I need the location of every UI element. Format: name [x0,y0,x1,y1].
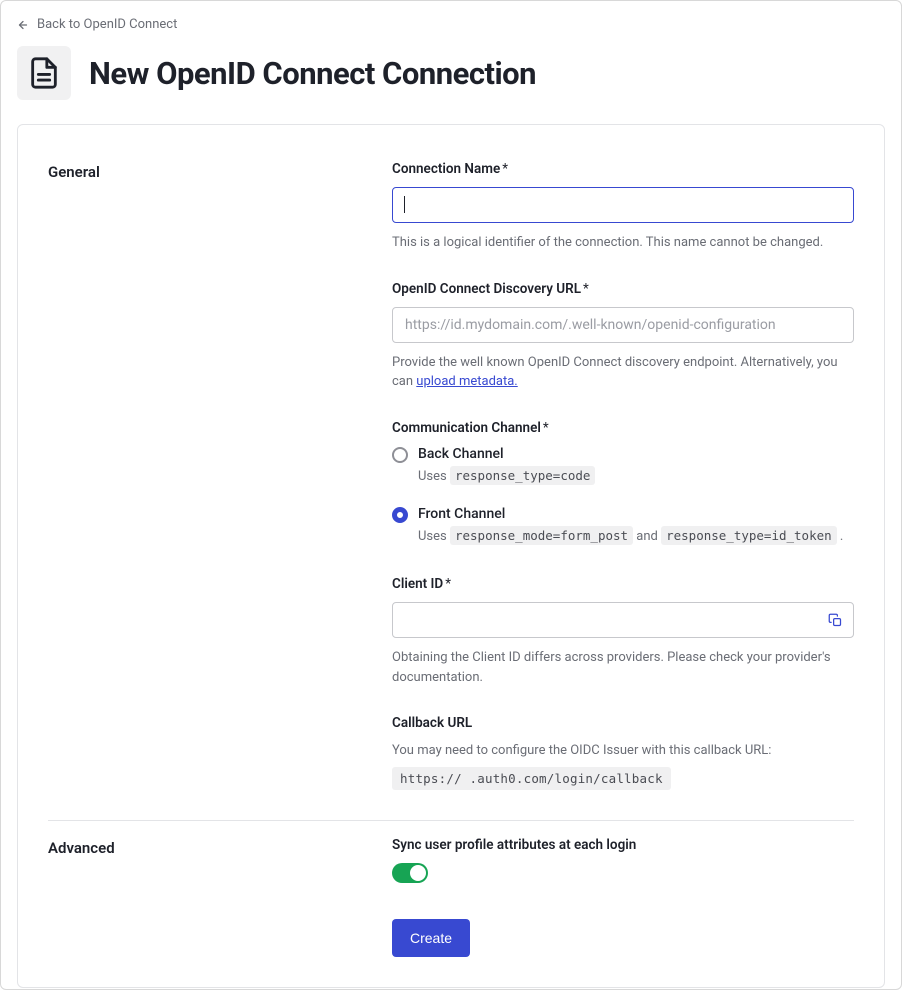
page-title: New OpenID Connect Connection [89,55,536,92]
field-discovery-url: OpenID Connect Discovery URL* Provide th… [392,281,854,392]
arrow-left-icon [17,19,29,31]
radio-front-desc: Uses response_mode=form_post and respons… [418,525,854,548]
radio-back-desc: Uses response_type=code [418,465,854,488]
section-general: General Connection Name* This is a logic… [48,145,854,790]
field-connection-name: Connection Name* This is a logical ident… [392,161,854,253]
callback-url-value: https:// .auth0.com/login/callback [392,767,671,790]
field-sync-profile: Sync user profile attributes at each log… [392,837,854,883]
client-id-help: Obtaining the Client ID differs across p… [392,648,854,687]
radio-front-title: Front Channel [418,506,854,522]
form-card: General Connection Name* This is a logic… [17,124,885,988]
connection-name-input[interactable] [392,187,854,223]
client-id-input[interactable] [392,602,854,638]
text-cursor [404,196,405,213]
copy-client-id-button[interactable] [824,609,846,631]
radio-back-channel[interactable]: Back Channel Uses response_type=code [392,446,854,488]
field-client-id: Client ID* Obtaining the Client ID diffe… [392,576,854,687]
toggle-knob [410,865,426,881]
radio-icon [392,447,408,463]
create-button[interactable]: Create [392,919,470,957]
section-general-label: General [48,161,368,181]
field-communication-channel: Communication Channel* Back Channel Uses… [392,420,854,549]
copy-icon [828,613,843,628]
radio-back-title: Back Channel [418,446,854,462]
back-link[interactable]: Back to OpenID Connect [17,17,177,32]
radio-front-channel[interactable]: Front Channel Uses response_mode=form_po… [392,506,854,548]
connection-icon-tile [17,46,71,100]
radio-icon [392,507,408,523]
section-advanced: Advanced Sync user profile attributes at… [48,821,854,957]
discovery-url-input[interactable] [392,307,854,343]
sync-profile-label: Sync user profile attributes at each log… [392,837,854,853]
connection-name-label: Connection Name* [392,161,854,177]
callback-url-label: Callback URL [392,715,854,731]
discovery-url-label: OpenID Connect Discovery URL* [392,281,854,297]
section-advanced-label: Advanced [48,837,368,857]
back-link-label: Back to OpenID Connect [37,17,177,32]
client-id-label: Client ID* [392,576,854,592]
field-callback-url: Callback URL You may need to configure t… [392,715,854,790]
document-icon [27,56,61,90]
connection-name-help: This is a logical identifier of the conn… [392,233,854,253]
page-header: New OpenID Connect Connection [17,46,885,100]
sync-profile-toggle[interactable] [392,863,428,883]
discovery-url-help: Provide the well known OpenID Connect di… [392,353,854,392]
channel-label: Communication Channel* [392,420,854,436]
upload-metadata-link[interactable]: upload metadata. [416,374,517,389]
callback-url-help: You may need to configure the OIDC Issue… [392,741,854,761]
